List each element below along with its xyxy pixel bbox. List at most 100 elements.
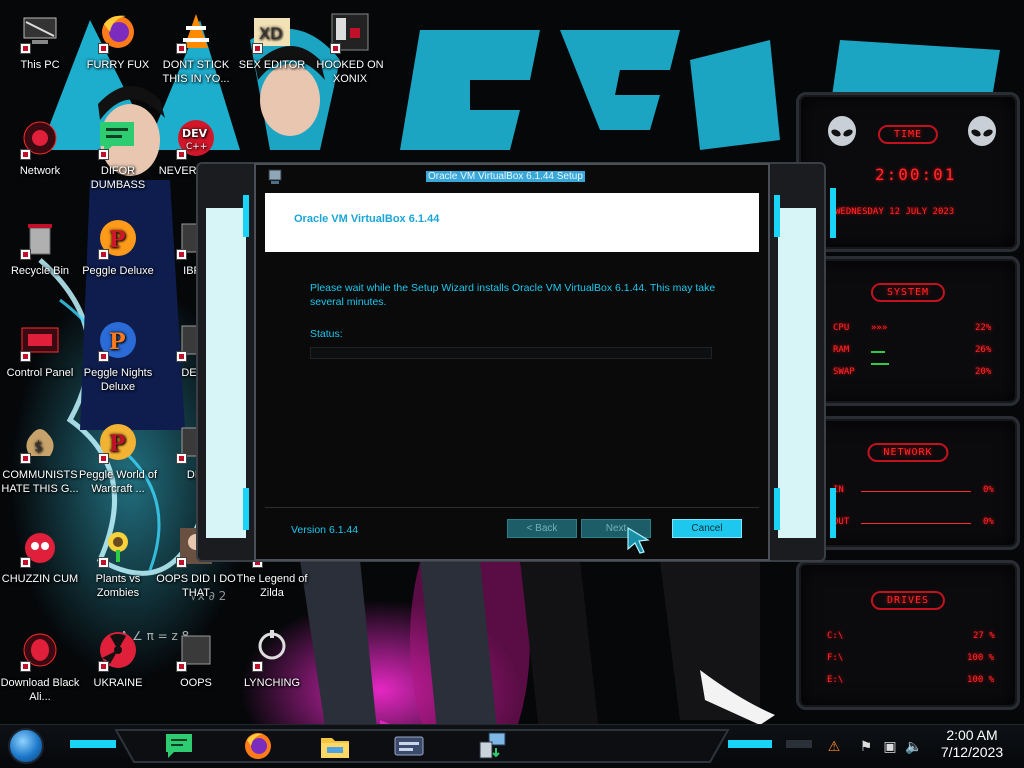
taskbar-file-explorer[interactable]	[318, 730, 352, 762]
desktop-icon-peggle-deluxe[interactable]: P Peggle Deluxe	[78, 216, 158, 278]
desktop-icon-label: HOOKED ON XONIX	[316, 59, 384, 85]
tray-warning-icon[interactable]: ⚠	[826, 738, 842, 754]
frame-light-right-upper	[774, 195, 780, 237]
taskbar-installer[interactable]	[476, 730, 510, 762]
desktop-icon-label: Peggle World of Warcraft ...	[78, 469, 158, 495]
shortcut-arrow-icon	[98, 249, 109, 260]
alien-head-right-icon	[968, 116, 996, 146]
file-explorer-icon	[321, 738, 349, 758]
drives-widget: DRIVES C:\ 27 % F:\ 100 % E:\ 100 %	[796, 560, 1020, 710]
install-progress-bar	[310, 347, 712, 359]
computer-icon	[18, 10, 62, 54]
chuzzle-icon	[18, 524, 62, 568]
desktop-icon-control-panel[interactable]: Control Panel	[0, 318, 80, 380]
network-icon	[18, 116, 62, 160]
desktop-icon-lynching[interactable]: LYNCHING	[232, 628, 312, 690]
svg-text:P: P	[109, 329, 126, 355]
shortcut-arrow-icon	[20, 557, 31, 568]
cancel-button[interactable]: Cancel	[672, 519, 742, 538]
mouse-cursor-icon	[627, 526, 650, 554]
installer-header-title: Oracle VM VirtualBox 6.1.44	[294, 213, 440, 225]
widget-clock: 2:00:01	[875, 165, 957, 184]
desktop-icon-communists-hate-this-g[interactable]: $ COMMUNISTS HATE THIS G...	[0, 420, 80, 496]
desktop-icon-chuzzin-cum[interactable]: CHUZZIN CUM	[0, 524, 80, 586]
start-button[interactable]	[8, 728, 44, 764]
drive-e-label: E:\	[827, 675, 844, 685]
widget-date: WEDNESDAY 12 JULY 2023	[835, 207, 955, 217]
desktop-icon-hooked-on-xonix[interactable]: HOOKED ON XONIX	[310, 10, 390, 86]
desktop-icon-recycle-bin[interactable]: Recycle Bin	[0, 216, 80, 278]
desktop-icon-network[interactable]: Network	[0, 116, 80, 178]
drives-widget-title: DRIVES	[870, 591, 946, 610]
swap-bar	[871, 363, 889, 365]
drive-c-label: C:\	[827, 631, 844, 641]
network-widget-title: NETWORK	[867, 443, 949, 462]
desktop-icon-furry-fux[interactable]: FURRY FUX	[78, 10, 158, 72]
cpu-arrows: »»»	[871, 323, 888, 333]
xd-editor-icon: XD	[250, 10, 294, 54]
desktop-icon-label: LYNCHING	[243, 677, 301, 689]
desktop-icon-difor-dumbass[interactable]: DIFOR DUMBASS	[78, 116, 158, 192]
drive-e-value: 100 %	[967, 675, 995, 685]
alien-icon	[18, 628, 62, 672]
desktop-icon-plants-vs-zombies[interactable]: Plants vs Zombies	[78, 524, 158, 600]
desktop-icon-label: CHUZZIN CUM	[1, 573, 79, 585]
shortcut-arrow-icon	[98, 149, 109, 160]
taskbar-clock[interactable]: 2:00 AM 7/12/2023	[930, 727, 1014, 761]
net-out-graph	[861, 523, 971, 524]
tray-volume-icon[interactable]: 🔈	[905, 738, 922, 754]
desktop-icon-label: Peggle Nights Deluxe	[83, 367, 153, 393]
svg-text:$: $	[34, 439, 43, 455]
ram-label: RAM	[833, 345, 850, 355]
swap-value: 20%	[975, 367, 992, 377]
desktop-icon-label: DIFOR DUMBASS	[90, 165, 146, 191]
shortcut-arrow-icon	[176, 661, 187, 672]
taskbar-firefox[interactable]	[241, 730, 275, 762]
status-label: Status:	[310, 328, 343, 340]
cpu-label: CPU	[833, 323, 850, 333]
shortcut-arrow-icon	[176, 453, 187, 464]
desktop-icon-label: The Legend of Zilda	[236, 573, 308, 599]
installer-left-panel	[206, 208, 246, 538]
frame-light-far-right-lower	[830, 488, 836, 538]
desktop-icon-oops[interactable]: OOPS	[156, 628, 236, 690]
svg-text:P: P	[109, 227, 126, 253]
virtualbox-icon	[394, 736, 424, 756]
drive-f-label: F:\	[827, 653, 844, 663]
shortcut-arrow-icon	[176, 351, 187, 362]
desktop-icon-label: OOPS	[180, 677, 212, 689]
ram-bar	[871, 351, 885, 353]
shortcut-arrow-icon	[176, 249, 187, 260]
system-widget-title: SYSTEM	[870, 283, 946, 302]
shortcut-arrow-icon	[98, 661, 109, 672]
shortcut-arrow-icon	[20, 149, 31, 160]
desktop-icon-label: Control Panel	[6, 367, 74, 379]
frame-light-left-lower	[243, 488, 249, 530]
tray-network-icon[interactable]: ▣	[882, 738, 898, 754]
desktop-icon-peggle-world-of-warcraft[interactable]: P Peggle World of Warcraft ...	[78, 420, 158, 496]
firefox-icon	[96, 10, 140, 54]
peggle-icon: P	[96, 216, 140, 260]
recycle-bin-icon	[18, 216, 62, 260]
svg-text:P: P	[109, 431, 126, 457]
net-in-graph	[861, 491, 971, 492]
taskbar-message-app[interactable]	[162, 730, 196, 762]
desktop-icon-label: COMMUNISTS HATE THIS G...	[1, 469, 79, 495]
desktop-icon-download-black-ali[interactable]: Download Black Ali...	[0, 628, 80, 704]
desktop-icon-dont-stick-this-in-yo[interactable]: DONT STICK THIS IN YO...	[156, 10, 236, 86]
desktop-icon-this-pc[interactable]: This PC	[0, 10, 80, 72]
desktop-icon-label: FURRY FUX	[86, 59, 150, 71]
desktop-icon-label: Network	[19, 165, 61, 177]
taskbar-virtualbox[interactable]	[392, 730, 426, 762]
desktop-icon-sex-editor[interactable]: XD SEX EDITOR	[232, 10, 312, 72]
desktop-icon-label: Recycle Bin	[10, 265, 70, 277]
desktop-icon-label: Peggle Deluxe	[82, 265, 154, 277]
desktop-icon-ukraine[interactable]: UKRAINE	[78, 628, 158, 690]
message-bubble-icon	[96, 116, 140, 160]
alien-head-left-icon	[828, 116, 856, 146]
tray-flag-icon[interactable]: ⚑	[858, 738, 874, 754]
back-button[interactable]: < Back	[507, 519, 577, 538]
version-label: Version 6.1.44	[291, 524, 359, 536]
peggle-nights-icon: P	[96, 318, 140, 362]
desktop-icon-peggle-nights-deluxe[interactable]: P Peggle Nights Deluxe	[78, 318, 158, 394]
